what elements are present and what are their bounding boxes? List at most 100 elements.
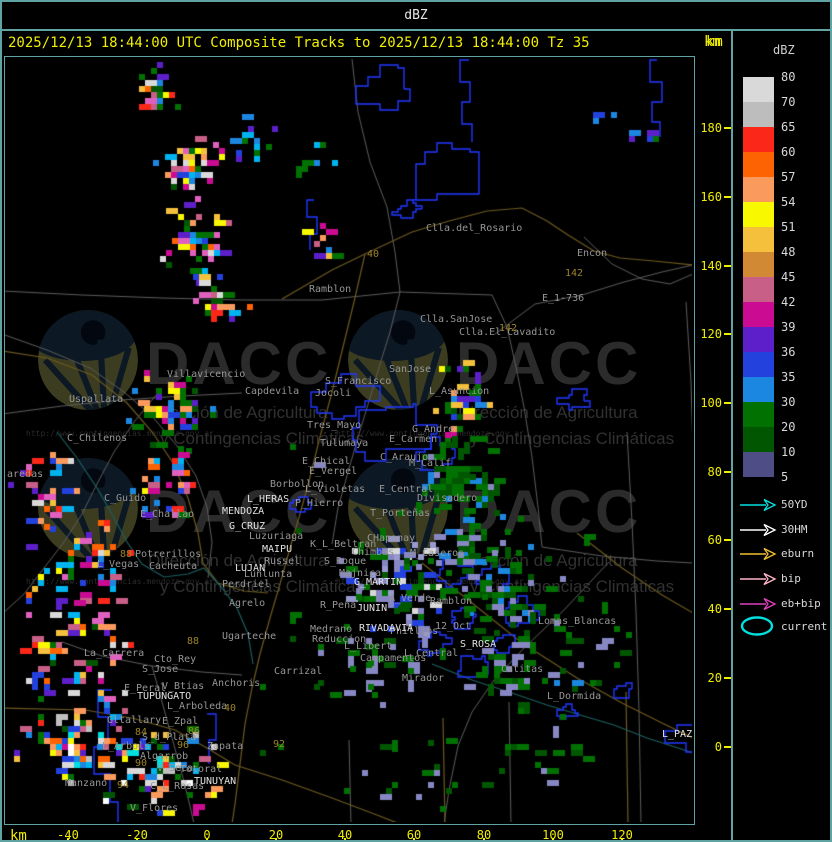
map-place-label: T_Porteñas	[370, 508, 431, 519]
map-place-label: M_Calif	[409, 458, 452, 469]
map-place-label: A_Verde	[389, 593, 432, 604]
legend-30HM-arrow-icon	[740, 523, 777, 537]
map-place-label: E_Vergel	[309, 466, 358, 477]
y-axis-tick-label: 20	[707, 671, 722, 685]
legend-bip-arrow-icon	[740, 572, 777, 586]
colorbar-block	[743, 227, 774, 252]
map-city-label: G_MARTIN	[354, 577, 403, 588]
legend-row: current	[739, 616, 827, 636]
map-place-label: L_Asuncion	[429, 386, 490, 397]
colorbar-block	[743, 277, 774, 302]
legend-row: bip	[739, 571, 801, 587]
x-axis-unit-label: km	[10, 828, 27, 842]
road-number-label: 88	[120, 549, 133, 560]
map-place-label: L_Violetas	[305, 484, 366, 495]
map-place-label: Russel	[264, 556, 301, 567]
legend-label: bip	[781, 572, 801, 585]
colorbar-label: 30	[781, 395, 796, 409]
map-place-label: Encon	[577, 248, 608, 259]
map-city-label: G_CRUZ	[229, 521, 266, 532]
y-axis-tick-label: 160	[700, 190, 722, 204]
map-place-label: Jocoli	[315, 388, 352, 399]
legend-row: eburn	[739, 546, 814, 562]
right-panel: dBZ 80 70 65 60 57 54 51 48 45 42 39 36 35 30 20 10 5 50…	[731, 31, 830, 840]
colorbar-label: 70	[781, 95, 796, 109]
y-axis-tick-label: 0	[714, 740, 722, 754]
map-place-label: Perdriel	[222, 579, 271, 590]
map-place-label: Tulumaya	[320, 438, 369, 449]
road-number-label: 94	[117, 780, 130, 791]
map-place-label: Tres_Mayo	[307, 420, 362, 431]
map-place-label: Capdevila	[245, 386, 300, 397]
radar-window: dBZ 2025/12/13 18:44:00 UTC Composite Tr…	[0, 0, 832, 842]
road-number-label: 40	[224, 703, 237, 714]
colorbar-label: 39	[781, 320, 796, 334]
y-axis-tick-label: 80	[707, 465, 722, 479]
map-place-label: Carrizal	[274, 666, 323, 677]
x-axis-tick	[344, 838, 346, 840]
road-number-label: 142	[499, 323, 518, 334]
map-city-label: S_ROSA	[460, 639, 497, 650]
map-place-label: Cacheuta	[149, 561, 198, 572]
map-place-label: L_Vegas	[97, 559, 140, 570]
map-place-label: S_Francisco	[325, 376, 392, 387]
colorbar-block	[743, 327, 774, 352]
road-number-label: 92	[273, 739, 286, 750]
map-place-label: Villavicencio	[167, 369, 246, 380]
y-axis-unit-label: km	[706, 34, 723, 50]
colorbar-label: 36	[781, 345, 796, 359]
map-place-label: 12_Oct	[435, 621, 472, 632]
colorbar-block	[743, 202, 774, 227]
map-place-label: Luzuriaga	[249, 531, 304, 542]
road-number-label: 40	[367, 249, 380, 260]
colorbar-title: dBZ	[773, 43, 795, 57]
x-axis-tick	[483, 838, 485, 840]
map-place-label: Divisadero	[417, 493, 478, 504]
colorbar-label: 65	[781, 120, 796, 134]
map-place-label: Gltallary	[107, 715, 162, 726]
map-place-label: L_Central	[404, 648, 459, 659]
map-city-label: L_HERAS	[247, 494, 290, 505]
map-place-label: aredas	[7, 469, 44, 480]
map-city-label: JUNIN	[357, 603, 388, 614]
x-axis-tick	[206, 838, 208, 840]
map-place-label: E_1-736	[542, 293, 585, 304]
colorbar-block	[743, 377, 774, 402]
colorbar-block	[743, 252, 774, 277]
map-place-label: L_Dormida	[547, 691, 602, 702]
colorbar-block	[743, 402, 774, 427]
colorbar-label: 60	[781, 145, 796, 159]
road-number-label: 90	[135, 758, 148, 769]
colorbar-block	[743, 452, 774, 477]
map-place-label: E_Carmen	[389, 434, 438, 445]
timestamp-text: 2025/12/13 18:44:00 UTC Composite Tracks…	[8, 35, 590, 51]
colorbar-block	[743, 302, 774, 327]
window-title: dBZ	[404, 8, 428, 23]
colorbar-block	[743, 352, 774, 377]
map-place-label: Clla.del_Rosario	[426, 223, 523, 234]
map-city-label: LUJAN	[235, 563, 266, 574]
colorbar-block	[743, 127, 774, 152]
map-city-label: TUNUYAN	[194, 776, 237, 787]
map-place-label: R_Peña	[320, 600, 357, 611]
colorbar-label: 54	[781, 195, 796, 209]
y-axis-tick-label: 60	[707, 533, 722, 547]
title-bar: dBZ	[2, 2, 830, 31]
y-axis-tick-label: 140	[700, 259, 722, 273]
map-city-label: MENDOZA	[222, 506, 265, 517]
legend-row: 30HM	[739, 522, 808, 538]
map-place-label: Agrelo	[229, 598, 266, 609]
map-place-label: C_Chilenos	[67, 433, 128, 444]
x-axis-tick	[413, 838, 415, 840]
map-place-label: Ramblon	[309, 284, 352, 295]
colorbar-label: 10	[781, 445, 796, 459]
map-place-label: Ramblon	[430, 596, 473, 607]
map-place-label: Totoral	[180, 764, 223, 775]
road-number-label: 88	[187, 636, 200, 647]
colorbar-label: 80	[781, 70, 796, 84]
colorbar-block	[743, 102, 774, 127]
map-place-label: Clla.SanJose	[420, 314, 493, 325]
map-place-label: C_Guido	[104, 493, 147, 504]
x-axis-tick	[621, 838, 623, 840]
map-place-label: P_Hierro	[295, 498, 344, 509]
